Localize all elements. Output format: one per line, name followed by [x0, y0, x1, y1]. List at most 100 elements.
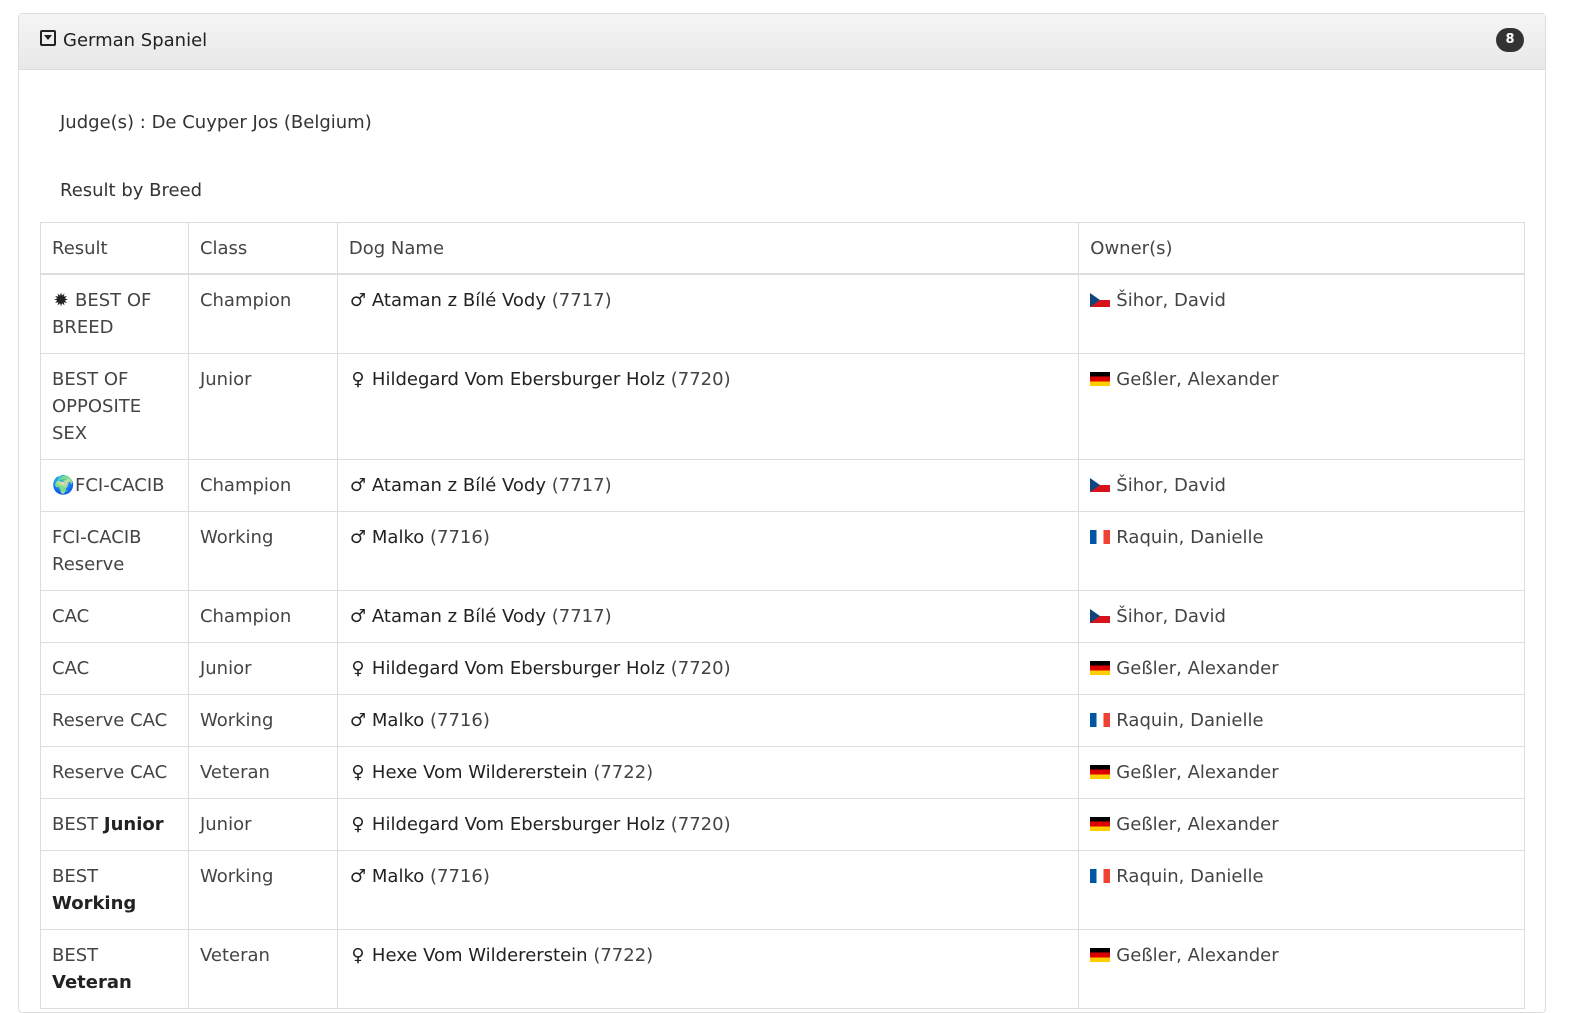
results-table: Result Class Dog Name Owner(s) ✹ BEST OF … — [40, 222, 1525, 1009]
dog-name-link[interactable]: Ataman z Bílé Vody — [372, 606, 546, 627]
result-label: FCI-CACIB — [75, 475, 165, 496]
dog-name-link[interactable]: Hildegard Vom Ebersburger Holz — [372, 658, 665, 679]
class-label: Junior — [199, 658, 252, 679]
flag-cz-icon — [1090, 293, 1111, 307]
table-row: BEST Veteran Veteran ♀ Hexe Vom Wildererste… — [40, 929, 1525, 1009]
owner-name[interactable]: Šihor, David — [1116, 606, 1226, 627]
result-count-badge: 8 — [1496, 28, 1524, 52]
dog-name-link[interactable]: Malko — [372, 527, 424, 548]
dog-id: (7717) — [551, 290, 612, 311]
table-header-row: Result Class Dog Name Owner(s) — [40, 222, 1525, 275]
table-row: Reserve CAC Working ♂ Malko (7716) Raquin, D… — [40, 694, 1525, 747]
female-icon: ♀ — [351, 762, 365, 783]
class-cell: Champion — [187, 590, 338, 643]
result-label: BEST — [52, 945, 99, 966]
owner-name[interactable]: Geßler, Alexander — [1116, 945, 1278, 966]
result-label: BEST — [52, 866, 99, 887]
dog-cell: ♂ Ataman z Bílé Vody (7717) — [336, 590, 1080, 643]
male-icon: ♂ — [349, 710, 366, 731]
flag-de-icon — [1090, 661, 1111, 675]
owner-name[interactable]: Geßler, Alexander — [1116, 762, 1278, 783]
male-icon: ♂ — [349, 290, 366, 311]
class-cell: Veteran — [187, 746, 338, 799]
result-cell: CAC — [40, 642, 189, 695]
class-label: Working — [199, 527, 274, 548]
dog-name-link[interactable]: Malko — [372, 866, 424, 887]
dog-cell: ♂ Ataman z Bílé Vody (7717) — [336, 273, 1080, 354]
result-class-label: Junior — [103, 814, 164, 835]
flag-de-icon — [1090, 372, 1111, 386]
owner-cell: Raquin, Danielle — [1078, 694, 1525, 747]
dog-cell: ♂ Malko (7716) — [336, 694, 1080, 747]
dog-name-link[interactable]: Hexe Vom Wildererstein — [372, 945, 588, 966]
female-icon: ♀ — [351, 814, 365, 835]
panel-heading[interactable]: German Spaniel 8 — [19, 14, 1545, 70]
result-label: BEST OF OPPOSITE SEX — [52, 369, 142, 444]
table-row: FCI-CACIB Reserve Working ♂ Malko (7716) Raq… — [40, 511, 1525, 591]
dog-cell: ♀ Hildegard Vom Ebersburger Holz (7720) — [336, 798, 1080, 851]
dog-cell: ♂ Ataman z Bílé Vody (7717) — [336, 459, 1080, 512]
class-label: Veteran — [199, 762, 270, 783]
dog-name-link[interactable]: Hexe Vom Wildererstein — [372, 762, 588, 783]
owner-name[interactable]: Šihor, David — [1116, 475, 1226, 496]
class-label: Veteran — [199, 945, 270, 966]
result-class-label: Working — [52, 893, 137, 914]
flag-cz-icon — [1090, 478, 1111, 492]
class-cell: Champion — [187, 459, 338, 512]
result-label: CAC — [52, 658, 90, 679]
class-cell: Junior — [187, 798, 338, 851]
owner-name[interactable]: Raquin, Danielle — [1116, 866, 1263, 887]
breed-title[interactable]: German Spaniel — [63, 30, 207, 51]
female-icon: ♀ — [351, 369, 365, 390]
header-result: Result — [40, 222, 189, 275]
owner-cell: Šihor, David — [1078, 273, 1525, 354]
result-cell: FCI-CACIB Reserve — [40, 511, 189, 591]
dog-name-link[interactable]: Hildegard Vom Ebersburger Holz — [372, 814, 665, 835]
class-cell: Junior — [187, 642, 338, 695]
dog-id: (7722) — [593, 945, 654, 966]
result-cell: 🌍FCI-CACIB — [40, 459, 189, 512]
owner-name[interactable]: Šihor, David — [1116, 290, 1226, 311]
class-cell: Working — [187, 511, 338, 591]
class-cell: Working — [187, 694, 338, 747]
flag-fr-icon — [1090, 869, 1111, 883]
result-label: BEST — [52, 814, 99, 835]
dog-cell: ♀ Hexe Vom Wildererstein (7722) — [336, 929, 1080, 1009]
owner-cell: Raquin, Danielle — [1078, 850, 1525, 930]
class-label: Junior — [199, 369, 252, 390]
result-label: Reserve CAC — [52, 762, 168, 783]
owner-cell: Geßler, Alexander — [1078, 798, 1525, 851]
table-row: ✹ BEST OF BREED Champion ♂ Ataman z Bílé Vod… — [40, 273, 1525, 354]
dog-name-link[interactable]: Ataman z Bílé Vody — [372, 290, 546, 311]
class-cell: Working — [187, 850, 338, 930]
male-icon: ♂ — [349, 866, 366, 887]
result-class-label: Veteran — [52, 972, 132, 993]
owner-name[interactable]: Geßler, Alexander — [1116, 814, 1278, 835]
flag-fr-icon — [1090, 713, 1111, 727]
header-owners: Owner(s) — [1078, 222, 1525, 275]
male-icon: ♂ — [349, 606, 366, 627]
dog-name-link[interactable]: Ataman z Bílé Vody — [372, 475, 546, 496]
owner-cell: Geßler, Alexander — [1078, 353, 1525, 460]
collapse-toggle-icon[interactable] — [40, 30, 56, 46]
result-cell: Reserve CAC — [40, 694, 189, 747]
class-label: Working — [199, 866, 274, 887]
owner-name[interactable]: Raquin, Danielle — [1116, 527, 1263, 548]
result-cell: Reserve CAC — [40, 746, 189, 799]
table-row: BEST OF OPPOSITE SEX Junior ♀ Hildegard Vom… — [40, 353, 1525, 460]
owner-name[interactable]: Geßler, Alexander — [1116, 658, 1278, 679]
owner-cell: Raquin, Danielle — [1078, 511, 1525, 591]
dog-name-link[interactable]: Hildegard Vom Ebersburger Holz — [372, 369, 665, 390]
dog-id: (7717) — [551, 606, 612, 627]
dog-id: (7722) — [593, 762, 654, 783]
globe-icon: 🌍 — [52, 475, 75, 496]
flag-cz-icon — [1090, 609, 1111, 623]
award-star-icon: ✹ — [53, 290, 69, 311]
owner-cell: Geßler, Alexander — [1078, 746, 1525, 799]
owner-name[interactable]: Raquin, Danielle — [1116, 710, 1263, 731]
owner-name[interactable]: Geßler, Alexander — [1116, 369, 1278, 390]
result-label: FCI-CACIB Reserve — [52, 527, 142, 575]
dog-name-link[interactable]: Malko — [372, 710, 424, 731]
flag-de-icon — [1090, 765, 1111, 779]
dog-cell: ♂ Malko (7716) — [336, 511, 1080, 591]
